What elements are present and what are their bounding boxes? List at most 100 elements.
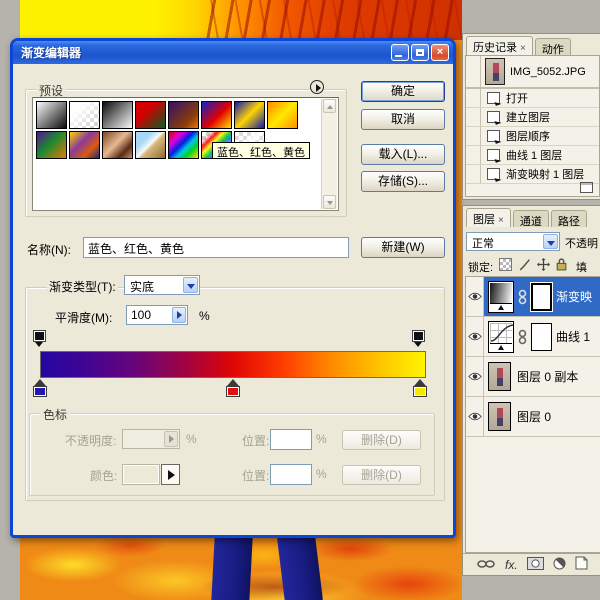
preset-swatch[interactable] (168, 101, 199, 129)
chevron-down-icon (327, 201, 333, 205)
tab-history[interactable]: 历史记录× (466, 36, 533, 55)
gradient-type-select[interactable]: 实底 (124, 275, 200, 295)
maximize-button[interactable] (411, 44, 429, 61)
preset-swatch[interactable] (135, 131, 166, 159)
layer-row-layer0[interactable]: 图层 0 (466, 397, 600, 437)
cancel-button[interactable]: 取消 (361, 109, 445, 130)
visibility-toggle[interactable] (466, 277, 484, 316)
arrow-right-icon (169, 435, 174, 443)
color-location-input[interactable] (270, 464, 312, 485)
tab-actions[interactable]: 动作 (535, 38, 571, 55)
preset-swatch[interactable] (135, 101, 166, 129)
layer-mask-thumbnail[interactable] (531, 323, 552, 351)
gradient-preview-bar[interactable] (40, 351, 426, 378)
layer-thumbnail[interactable] (488, 362, 511, 391)
preset-swatch[interactable] (267, 101, 298, 129)
curves-thumbnail[interactable] (488, 321, 514, 353)
new-adjustment-layer-icon[interactable] (553, 557, 566, 573)
preset-swatch[interactable] (102, 101, 133, 129)
preset-swatch[interactable] (69, 131, 100, 159)
visibility-toggle[interactable] (466, 397, 484, 436)
new-layer-icon[interactable] (575, 556, 588, 573)
dropdown-button[interactable] (183, 277, 198, 293)
visibility-toggle[interactable] (466, 317, 484, 356)
gradient-map-thumbnail[interactable] (488, 281, 514, 313)
preset-scrollbar[interactable] (321, 99, 337, 209)
lock-position-move-icon[interactable] (537, 258, 550, 271)
smoothness-input[interactable]: 100 (126, 305, 188, 325)
lock-transparency-icon[interactable] (499, 258, 512, 271)
add-layer-mask-icon[interactable] (527, 557, 544, 573)
preset-swatch[interactable] (234, 101, 265, 129)
layer-style-icon[interactable]: fx. (505, 558, 518, 572)
history-state-icon (487, 149, 500, 161)
close-button[interactable]: × (431, 44, 449, 61)
tab-layers[interactable]: 图层× (466, 208, 511, 227)
color-stop-blue[interactable] (33, 379, 47, 398)
history-source-checkbox[interactable] (466, 56, 481, 87)
scroll-down-button[interactable] (323, 195, 336, 209)
snapshot-name: IMG_5052.JPG (510, 66, 586, 78)
preset-swatch[interactable] (69, 101, 100, 129)
scroll-up-button[interactable] (323, 99, 336, 113)
smoothness-slider-button[interactable] (172, 307, 186, 323)
tab-close-icon[interactable]: × (520, 43, 526, 54)
opacity-location-input[interactable] (270, 429, 312, 450)
canvas-bottom-strip (20, 536, 462, 600)
eye-icon (468, 332, 482, 341)
layer-row-gradient-map[interactable]: 渐变映 (466, 277, 600, 317)
left-leg (211, 533, 253, 600)
history-row[interactable]: 图层顺序 (466, 127, 599, 146)
layer-row-curves[interactable]: 曲线 1 (466, 317, 600, 357)
delete-color-stop-button: 删除(D) (342, 465, 421, 485)
history-row[interactable]: 打开 (466, 89, 599, 108)
layer-mask-thumbnail[interactable] (531, 283, 552, 311)
history-row[interactable]: 曲线 1 图层 (466, 146, 599, 165)
load-button[interactable]: 载入(L)... (361, 144, 445, 165)
preset-tooltip: 蓝色、红色、黄色 (212, 142, 310, 159)
new-snapshot-button[interactable] (580, 182, 593, 193)
new-button[interactable]: 新建(W) (361, 237, 445, 258)
history-list: IMG_5052.JPG 打开 建立图层 图层顺序 曲线 1 图层 渐变映射 1… (465, 55, 600, 197)
history-row[interactable]: 建立图层 (466, 108, 599, 127)
dropdown-button[interactable] (543, 234, 558, 249)
chevron-down-icon (547, 241, 555, 246)
dialog-title: 渐变编辑器 (21, 44, 391, 61)
preset-swatch[interactable] (168, 131, 199, 159)
opacity-stop-left[interactable] (33, 330, 46, 347)
maximize-icon (416, 49, 424, 56)
lock-paint-brush-icon[interactable] (518, 258, 531, 271)
tab-close-icon[interactable]: × (498, 215, 504, 226)
preset-swatch[interactable] (201, 101, 232, 129)
dialog-titlebar[interactable]: 渐变编辑器 × (13, 41, 453, 64)
layer-thumbnail[interactable] (488, 402, 511, 431)
ok-button[interactable]: 确定 (361, 81, 445, 102)
preset-swatch[interactable] (36, 101, 67, 129)
fill-label: 填 (576, 259, 587, 275)
link-layers-icon[interactable] (477, 558, 496, 572)
tab-paths[interactable]: 路径 (551, 210, 587, 227)
preset-menu-arrow-icon (316, 84, 321, 92)
history-snapshot-row[interactable]: IMG_5052.JPG (466, 56, 599, 89)
color-stop-yellow[interactable] (413, 379, 427, 398)
opacity-stop-right[interactable] (412, 330, 425, 347)
preset-menu-button[interactable] (310, 80, 324, 94)
color-stop-red[interactable] (226, 379, 240, 398)
preset-swatch[interactable] (102, 131, 133, 159)
name-label: 名称(N): (27, 241, 71, 258)
gradient-editor-dialog: 渐变编辑器 × 预设 (10, 38, 456, 538)
history-state-icon (487, 130, 500, 142)
layer-row-layer0-copy[interactable]: 图层 0 副本 (466, 357, 600, 397)
name-input[interactable]: 蓝色、红色、黄色 (83, 237, 349, 258)
stop-color-menu-button[interactable] (161, 464, 180, 485)
tab-channels[interactable]: 通道 (513, 210, 549, 227)
layers-bottom-bar: fx. (463, 553, 600, 575)
layer-mask-link-icon (518, 329, 527, 345)
save-button[interactable]: 存储(S)... (361, 171, 445, 192)
visibility-toggle[interactable] (466, 357, 484, 396)
blend-mode-select[interactable]: 正常 (466, 232, 560, 251)
preset-swatch[interactable] (36, 131, 67, 159)
canvas-top-strip (20, 0, 462, 40)
minimize-button[interactable] (391, 44, 409, 61)
lock-all-icon[interactable] (556, 258, 569, 271)
